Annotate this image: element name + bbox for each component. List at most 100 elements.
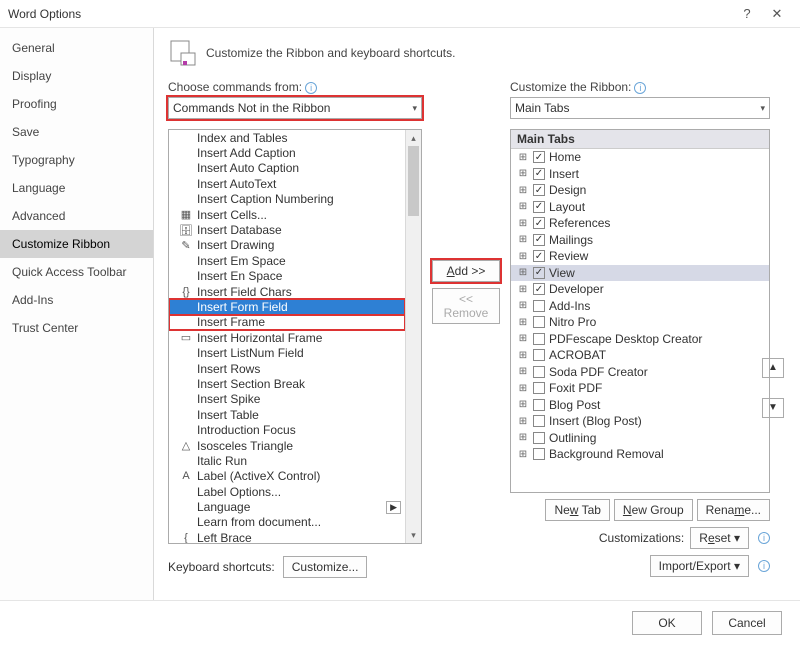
- expand-icon[interactable]: ⊞: [517, 152, 529, 163]
- checkbox[interactable]: ✓: [533, 250, 545, 262]
- tree-item[interactable]: ⊞ACROBAT: [511, 347, 769, 364]
- move-up-button[interactable]: ▲: [762, 358, 784, 378]
- reset-button[interactable]: Reset ▾: [690, 527, 749, 549]
- customize-shortcuts-button[interactable]: Customize...: [283, 556, 368, 578]
- tree-item[interactable]: ⊞✓View: [511, 265, 769, 282]
- checkbox[interactable]: ✓: [533, 151, 545, 163]
- expand-icon[interactable]: ⊞: [517, 234, 529, 245]
- scroll-thumb[interactable]: [408, 146, 419, 216]
- expand-icon[interactable]: ⊞: [517, 251, 529, 262]
- new-tab-button[interactable]: New Tab: [545, 499, 609, 521]
- tree-item[interactable]: ⊞Blog Post: [511, 397, 769, 414]
- checkbox[interactable]: ✓: [533, 168, 545, 180]
- list-item[interactable]: Insert Add Caption: [169, 145, 405, 160]
- list-item[interactable]: Insert Frame: [169, 315, 405, 330]
- expand-icon[interactable]: ⊞: [517, 317, 529, 328]
- info-icon[interactable]: i: [634, 82, 646, 94]
- tree-item[interactable]: ⊞Soda PDF Creator: [511, 364, 769, 381]
- ok-button[interactable]: OK: [632, 611, 702, 635]
- checkbox[interactable]: ✓: [533, 267, 545, 279]
- cancel-button[interactable]: Cancel: [712, 611, 782, 635]
- tree-item[interactable]: ⊞Foxit PDF: [511, 380, 769, 397]
- tree-item[interactable]: ⊞Insert (Blog Post): [511, 413, 769, 430]
- expand-icon[interactable]: ⊞: [517, 350, 529, 361]
- list-item[interactable]: Insert Spike: [169, 392, 405, 407]
- help-icon[interactable]: ?: [732, 6, 762, 21]
- checkbox[interactable]: [533, 448, 545, 460]
- sidebar-item-proofing[interactable]: Proofing: [0, 90, 153, 118]
- list-item[interactable]: Learn from document...: [169, 515, 405, 530]
- checkbox[interactable]: [533, 333, 545, 345]
- checkbox[interactable]: [533, 382, 545, 394]
- checkbox[interactable]: [533, 349, 545, 361]
- checkbox[interactable]: ✓: [533, 283, 545, 295]
- tree-item[interactable]: ⊞✓Design: [511, 182, 769, 199]
- remove-button[interactable]: << Remove: [432, 288, 500, 324]
- checkbox[interactable]: [533, 366, 545, 378]
- ribbon-tree[interactable]: Main Tabs ⊞✓Home⊞✓Insert⊞✓Design⊞✓Layout…: [510, 129, 770, 493]
- close-icon[interactable]: ✕: [762, 6, 792, 22]
- tree-item[interactable]: ⊞✓Mailings: [511, 232, 769, 249]
- expand-icon[interactable]: ⊞: [517, 284, 529, 295]
- expand-icon[interactable]: ⊞: [517, 201, 529, 212]
- list-item[interactable]: △Isosceles Triangle: [169, 438, 405, 453]
- sidebar-item-save[interactable]: Save: [0, 118, 153, 146]
- scroll-up-icon[interactable]: ▴: [406, 130, 421, 146]
- list-item[interactable]: Insert Rows: [169, 361, 405, 376]
- checkbox[interactable]: [533, 316, 545, 328]
- import-export-button[interactable]: Import/Export ▾: [650, 555, 749, 577]
- list-item[interactable]: ▦Insert Cells...: [169, 207, 405, 222]
- list-item[interactable]: Introduction Focus: [169, 422, 405, 437]
- scrollbar[interactable]: ▴ ▾: [405, 130, 421, 543]
- list-item[interactable]: Insert En Space: [169, 269, 405, 284]
- list-item[interactable]: Insert Table: [169, 407, 405, 422]
- list-item[interactable]: Label Options...: [169, 484, 405, 499]
- sidebar-item-customize-ribbon[interactable]: Customize Ribbon: [0, 230, 153, 258]
- tree-item[interactable]: ⊞✓References: [511, 215, 769, 232]
- list-item[interactable]: Insert Section Break: [169, 376, 405, 391]
- list-item[interactable]: Insert Caption Numbering: [169, 192, 405, 207]
- tree-item[interactable]: ⊞✓Home: [511, 149, 769, 166]
- add-button[interactable]: Add >>: [432, 260, 500, 282]
- sidebar-item-general[interactable]: General: [0, 34, 153, 62]
- tree-item[interactable]: ⊞✓Review: [511, 248, 769, 265]
- sidebar-item-trust-center[interactable]: Trust Center: [0, 314, 153, 342]
- checkbox[interactable]: ✓: [533, 234, 545, 246]
- tree-item[interactable]: ⊞Background Removal: [511, 446, 769, 463]
- expand-icon[interactable]: ⊞: [517, 383, 529, 394]
- list-item[interactable]: ✎Insert Drawing: [169, 238, 405, 253]
- sidebar-item-advanced[interactable]: Advanced: [0, 202, 153, 230]
- checkbox[interactable]: [533, 300, 545, 312]
- expand-icon[interactable]: ⊞: [517, 267, 529, 278]
- checkbox[interactable]: [533, 399, 545, 411]
- list-item[interactable]: Index and Tables: [169, 130, 405, 145]
- sidebar-item-language[interactable]: Language: [0, 174, 153, 202]
- list-item[interactable]: Insert Em Space: [169, 253, 405, 268]
- list-item[interactable]: Insert AutoText: [169, 176, 405, 191]
- info-icon[interactable]: i: [305, 82, 317, 94]
- commands-listbox[interactable]: Index and TablesInsert Add CaptionInsert…: [168, 129, 422, 544]
- expand-icon[interactable]: ⊞: [517, 416, 529, 427]
- checkbox[interactable]: [533, 432, 545, 444]
- list-item[interactable]: 🗄Insert Database: [169, 222, 405, 237]
- list-item[interactable]: Insert Auto Caption: [169, 161, 405, 176]
- tree-item[interactable]: ⊞Outlining: [511, 430, 769, 447]
- tree-item[interactable]: ⊞PDFescape Desktop Creator: [511, 331, 769, 348]
- tree-item[interactable]: ⊞Add-Ins: [511, 298, 769, 315]
- expand-icon[interactable]: ⊞: [517, 366, 529, 377]
- checkbox[interactable]: ✓: [533, 201, 545, 213]
- sidebar-item-quick-access-toolbar[interactable]: Quick Access Toolbar: [0, 258, 153, 286]
- choose-commands-select[interactable]: Commands Not in the Ribbon▾: [168, 97, 422, 119]
- checkbox[interactable]: ✓: [533, 217, 545, 229]
- expand-icon[interactable]: ⊞: [517, 432, 529, 443]
- move-down-button[interactable]: ▼: [762, 398, 784, 418]
- list-item[interactable]: Italic Run: [169, 453, 405, 468]
- sidebar-item-add-ins[interactable]: Add-Ins: [0, 286, 153, 314]
- list-item[interactable]: Insert Form Field: [169, 299, 405, 314]
- tree-item[interactable]: ⊞✓Developer: [511, 281, 769, 298]
- expand-icon[interactable]: ⊞: [517, 300, 529, 311]
- customize-ribbon-select[interactable]: Main Tabs▾: [510, 97, 770, 119]
- info-icon[interactable]: i: [758, 560, 770, 572]
- list-item[interactable]: ▭Insert Horizontal Frame: [169, 330, 405, 345]
- list-item[interactable]: {Left Brace: [169, 530, 405, 544]
